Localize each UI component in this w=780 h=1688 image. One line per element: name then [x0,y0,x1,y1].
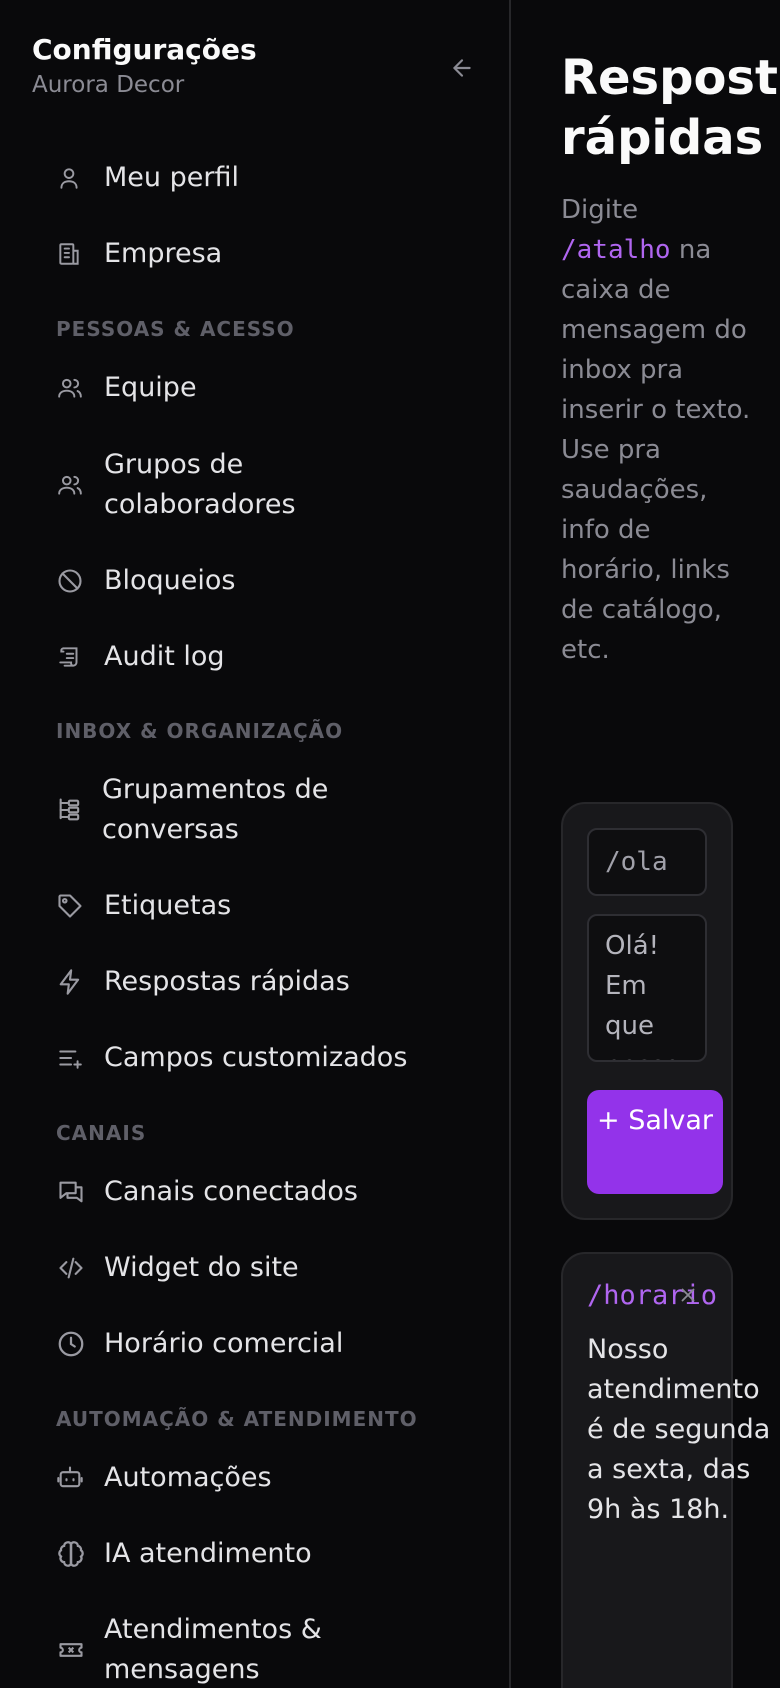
sidebar-item-label: Respostas rápidas [104,966,350,997]
sidebar-item-automacoes[interactable]: Automações [40,1458,480,1498]
settings-sidebar: Configurações Aurora Decor Meu perfil Em… [0,0,511,1688]
shortcut-input[interactable]: /ola [587,828,707,896]
section-label-pessoas: PESSOAS & ACESSO [56,317,295,341]
sidebar-item-bloqueios[interactable]: Bloqueios [40,561,480,601]
ban-icon [40,561,104,601]
sidebar-item-equipe[interactable]: Equipe [40,368,480,408]
sidebar-item-meu-perfil[interactable]: Meu perfil [40,158,480,198]
section-label-inbox: INBOX & ORGANIZAÇÃO [56,719,344,743]
sidebar-item-label: Automações [104,1462,272,1493]
sidebar-header: Configurações Aurora Decor [32,32,482,106]
sidebar-item-atendimentos[interactable]: Atendimentos & mensagens [40,1610,480,1688]
sidebar-item-label: Horário comercial [104,1328,344,1359]
sidebar-item-empresa[interactable]: Empresa [40,234,480,274]
sidebar-item-label: Atendimentos & mensagens [104,1614,322,1685]
save-button[interactable]: + Salvar [587,1090,723,1194]
sidebar-item-grupamentos[interactable]: Grupamentos de conversas [40,770,480,850]
arrow-left-icon [453,59,471,77]
description-text: na caixa de mensagem do inbox pra inseri… [561,235,751,665]
shortcut-code-example: /atalho [561,235,671,265]
reply-card: /horario Nosso atendimento é de segunda … [561,1252,770,1688]
main-content: Respostas rápidas Digite /atalho na caix… [513,0,780,1688]
sidebar-title: Configurações [32,33,257,66]
sidebar-item-label: Grupamentos de conversas [102,774,329,845]
sidebar-item-label: Campos customizados [104,1042,408,1073]
sidebar-item-label: Grupos de colaboradores [104,449,296,520]
sidebar-item-label: Etiquetas [104,890,232,921]
reply-text-input[interactable]: Olá! Em que posso ajudar? [587,914,707,1062]
sidebar-item-widget[interactable]: Widget do site [40,1248,480,1288]
close-icon [681,1288,695,1302]
sidebar-item-label: Equipe [104,372,197,403]
description-text: Digite [561,195,639,225]
brain-icon [40,1534,104,1574]
section-label-automacao: AUTOMAÇÃO & ATENDIMENTO [56,1407,418,1431]
sidebar-item-horario[interactable]: Horário comercial [40,1324,480,1364]
users-group-icon [40,465,104,505]
page-title: Respostas rápidas [561,50,780,166]
back-button[interactable] [442,48,482,88]
sidebar-item-campos-customizados[interactable]: Campos customizados [40,1038,480,1078]
sidebar-item-label: IA atendimento [104,1538,312,1569]
zap-icon [40,962,104,1002]
sidebar-item-grupos[interactable]: Grupos de colaboradores [40,445,480,525]
code-icon [40,1248,104,1288]
reply-text: Nosso atendimento é de segunda a sexta, … [587,1334,771,1525]
sidebar-item-label: Empresa [104,238,223,269]
users-icon [40,368,104,408]
sidebar-subtitle: Aurora Decor [32,72,185,98]
page-description: Digite /atalho na caixa de mensagem do i… [561,190,751,670]
ticket-icon [40,1630,104,1670]
scroll-icon [40,637,104,677]
bot-icon [40,1458,104,1498]
sidebar-item-label: Meu perfil [104,162,239,193]
list-plus-icon [40,1038,104,1078]
section-label-canais: CANAIS [56,1121,147,1145]
sidebar-item-ia-atendimento[interactable]: IA atendimento [40,1534,480,1574]
user-icon [40,158,104,198]
tag-icon [40,886,104,926]
building-icon [40,234,104,274]
messages-icon [40,1172,104,1212]
hierarchy-icon [40,790,102,830]
sidebar-item-label: Canais conectados [104,1176,358,1207]
clock-icon [40,1324,104,1364]
sidebar-item-label: Audit log [104,641,225,672]
new-reply-form: /ola Olá! Em que posso ajudar? + Salvar [561,802,733,1220]
sidebar-item-audit-log[interactable]: Audit log [40,637,480,677]
sidebar-item-label: Bloqueios [104,565,236,596]
sidebar-item-respostas-rapidas[interactable]: Respostas rápidas [40,962,480,1002]
delete-reply-button[interactable] [677,1284,701,1308]
sidebar-item-label: Widget do site [104,1252,299,1283]
sidebar-item-etiquetas[interactable]: Etiquetas [40,886,480,926]
sidebar-item-canais-conectados[interactable]: Canais conectados [40,1172,480,1212]
